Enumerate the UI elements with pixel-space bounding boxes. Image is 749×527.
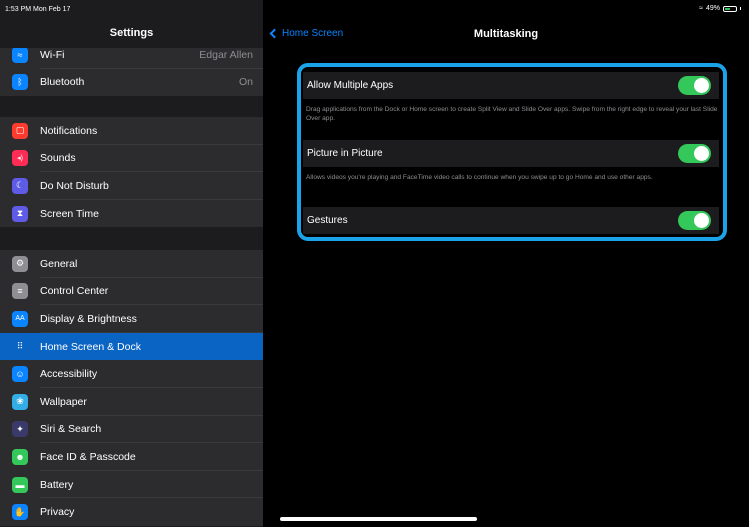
siri-icon: ✦ — [12, 421, 28, 438]
sidebar-item-label: Do Not Disturb — [40, 179, 109, 192]
option-label: Allow Multiple Apps — [307, 80, 394, 91]
battery-percent: 49% — [705, 5, 720, 12]
sidebar-title: Settings — [109, 27, 154, 39]
wifi-icon: ≈ — [12, 46, 28, 63]
sidebar-item-label: Siri & Search — [40, 423, 102, 436]
gestures-toggle[interactable] — [678, 211, 711, 230]
sidebar-item-notifications[interactable]: ▢ Notifications — [0, 117, 263, 145]
sidebar-item-label: Screen Time — [40, 207, 99, 220]
toggle-knob — [694, 78, 709, 93]
face-id-icon: ☻ — [12, 448, 28, 465]
detail-title: Multitasking — [473, 28, 539, 40]
sidebar-item-wallpaper[interactable]: ❀ Wallpaper — [0, 388, 263, 416]
display-icon: AA — [12, 310, 28, 327]
sidebar-group-connectivity: ≈ Wi-Fi Edgar Allen ᛒ Bluetooth On — [0, 41, 263, 97]
sidebar-group-general: ⚙ General ≡ Control Center AA Display & Brigh… — [0, 250, 263, 526]
sidebar-item-label: Notifications — [40, 124, 98, 137]
option-label: Gestures — [307, 215, 348, 226]
sidebar-item-label: Control Center — [40, 285, 109, 298]
sidebar-item-home-screen[interactable]: ⠿ Home Screen & Dock — [0, 332, 263, 361]
status-indicators: ≈ 49% — [699, 5, 741, 12]
home-indicator — [280, 517, 477, 521]
sidebar-item-label: Bluetooth — [40, 76, 85, 89]
sidebar-group-notifications: ▢ Notifications ◂) Sounds ☾ Do Not Disturb ⧗ Sc… — [0, 117, 263, 228]
option-picture-in-picture: Picture in Picture — [303, 140, 719, 167]
picture-in-picture-toggle[interactable] — [678, 144, 711, 163]
sidebar-item-value: Edgar Allen — [199, 48, 253, 61]
wallpaper-icon: ❀ — [12, 393, 28, 410]
sidebar-item-label: Home Screen & Dock — [40, 340, 141, 353]
switches-icon: ≡ — [12, 283, 28, 300]
battery-icon: ▬ — [12, 476, 28, 493]
sidebar-item-label: Privacy — [40, 506, 75, 519]
grid-icon: ⠿ — [12, 338, 28, 355]
sidebar-item-label: Wallpaper — [40, 395, 87, 408]
option-gestures: Gestures — [303, 207, 719, 234]
sidebar-item-sounds[interactable]: ◂) Sounds — [0, 145, 263, 173]
bluetooth-icon: ᛒ — [12, 74, 28, 91]
sidebar-item-bluetooth[interactable]: ᛒ Bluetooth On — [0, 69, 263, 97]
battery-status-icon — [723, 5, 737, 12]
option-label: Picture in Picture — [307, 148, 383, 159]
status-time: 1:53 PM Mon Feb 17 — [5, 6, 71, 13]
moon-icon: ☾ — [12, 177, 28, 194]
sidebar-item-display[interactable]: AA Display & Brightness — [0, 305, 263, 333]
sidebar-item-accessibility[interactable]: ☺ Accessibility — [0, 360, 263, 388]
hand-icon: ✋ — [12, 504, 28, 521]
toggle-knob — [694, 146, 709, 161]
sidebar-item-face-id[interactable]: ☻ Face ID & Passcode — [0, 443, 263, 471]
sidebar-item-siri[interactable]: ✦ Siri & Search — [0, 416, 263, 444]
sidebar-item-label: Wi-Fi — [40, 48, 65, 61]
option-description: Allows videos you're playing and FaceTim… — [306, 174, 653, 181]
allow-multiple-apps-toggle[interactable] — [678, 76, 711, 95]
sidebar-item-label: Accessibility — [40, 368, 98, 381]
toggle-knob — [694, 213, 709, 228]
sidebar-item-label: Battery — [40, 478, 74, 491]
sidebar-item-general[interactable]: ⚙ General — [0, 250, 263, 278]
hourglass-icon: ⧗ — [12, 205, 28, 222]
sidebar-item-label: Display & Brightness — [40, 312, 137, 325]
settings-sidebar: ≈ Wi-Fi Edgar Allen ᛒ Bluetooth On ▢ Notificat… — [0, 0, 263, 527]
sidebar-item-control-center[interactable]: ≡ Control Center — [0, 278, 263, 306]
sidebar-item-label: Sounds — [40, 152, 76, 165]
sidebar-item-screen-time[interactable]: ⧗ Screen Time — [0, 200, 263, 228]
gear-icon: ⚙ — [12, 255, 28, 272]
sidebar-item-value: On — [238, 76, 253, 89]
wifi-status-icon: ≈ — [699, 5, 703, 12]
option-allow-multiple-apps: Allow Multiple Apps — [303, 72, 719, 99]
status-bar: 1:53 PM Mon Feb 17 ≈ 49% — [0, 0, 749, 18]
option-description: Drag applications from the Dock or Home … — [306, 106, 718, 122]
sidebar-item-battery[interactable]: ▬ Battery — [0, 471, 263, 499]
sidebar-item-label: General — [40, 257, 78, 270]
notifications-icon: ▢ — [12, 122, 28, 139]
accessibility-icon: ☺ — [12, 366, 28, 383]
sidebar-item-do-not-disturb[interactable]: ☾ Do Not Disturb — [0, 172, 263, 200]
sidebar-item-label: Face ID & Passcode — [40, 450, 136, 463]
battery-cap — [740, 7, 741, 10]
sounds-icon: ◂) — [12, 150, 28, 167]
sidebar-item-privacy[interactable]: ✋ Privacy — [0, 498, 263, 526]
